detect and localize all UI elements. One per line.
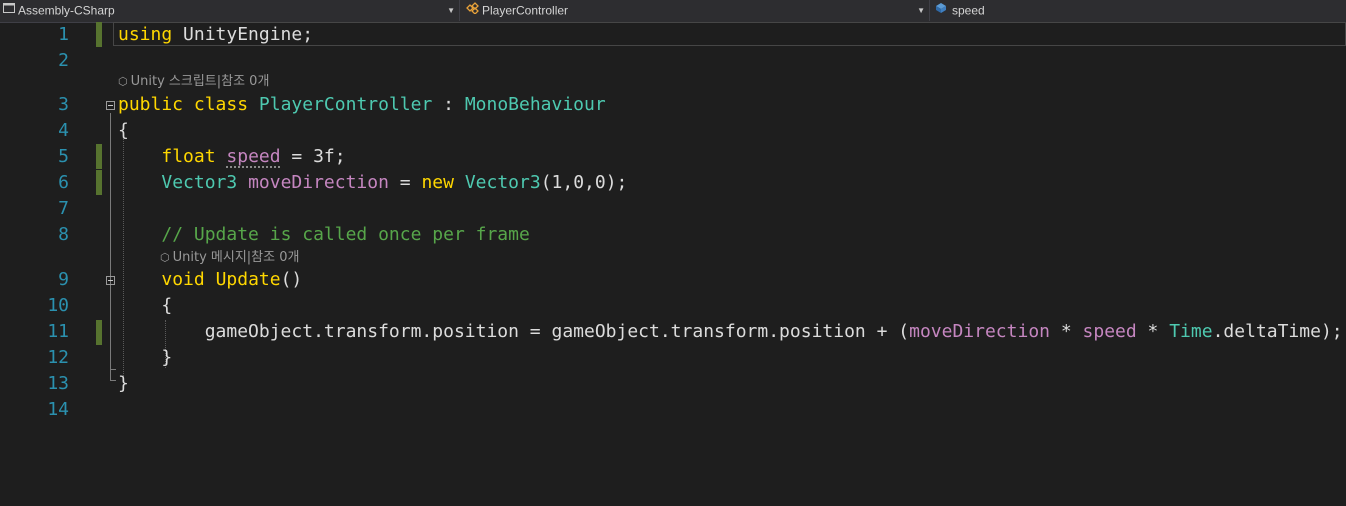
- code-editor[interactable]: ⬡ Unity 스크립트|참조 0개 ⬡ Unity 메시지|참조 0개 1 usin…: [0, 22, 1346, 506]
- code-token: class: [193, 94, 249, 115]
- code-line[interactable]: 8 // Update is called once per frame: [0, 222, 1346, 248]
- code-text: {: [118, 118, 129, 144]
- code-token: moveDirection: [909, 321, 1050, 342]
- csharp-project-icon: [3, 0, 15, 21]
- project-label: Assembly-CSharp: [18, 3, 115, 18]
- code-line[interactable]: 7: [0, 196, 1346, 222]
- line-number: 5: [58, 146, 69, 167]
- code-token: // Update is called once per frame: [161, 224, 530, 245]
- code-line[interactable]: 5 float speed = 3f;: [0, 144, 1346, 170]
- code-token: }: [118, 373, 129, 394]
- code-line[interactable]: 4{: [0, 118, 1346, 144]
- code-text: {: [118, 293, 172, 319]
- line-number: 11: [47, 321, 69, 342]
- code-token: gameObject.transform.position = gameObje…: [118, 321, 910, 342]
- code-text: void Update(): [118, 267, 302, 293]
- line-number: 13: [47, 373, 69, 394]
- code-token: speed: [226, 146, 281, 167]
- code-token: *: [1136, 321, 1170, 342]
- type-dropdown[interactable]: PlayerController ▼: [462, 0, 930, 21]
- code-token: {: [118, 120, 129, 141]
- class-icon: [465, 0, 479, 21]
- code-text: gameObject.transform.position = gameObje…: [118, 319, 1343, 345]
- line-number: 3: [58, 94, 69, 115]
- code-text: }: [118, 371, 129, 397]
- code-token: {: [118, 295, 173, 316]
- codelens-text: Unity 스크립트|참조 0개: [130, 74, 270, 89]
- code-token: }: [118, 347, 173, 368]
- chevron-down-icon: ▼: [447, 6, 455, 15]
- code-token: UnityEngine;: [172, 24, 314, 45]
- codelens-text: Unity 메시지|참조 0개: [172, 250, 300, 265]
- field-icon: [935, 0, 949, 21]
- type-label: PlayerController: [482, 3, 569, 18]
- line-number: 7: [58, 198, 69, 219]
- code-line[interactable]: 2: [0, 48, 1346, 74]
- code-text: using UnityEngine;: [118, 22, 313, 48]
- code-token: Time: [1169, 321, 1213, 342]
- code-token: speed: [1082, 321, 1137, 342]
- code-token: moveDirection: [248, 172, 389, 193]
- code-text: }: [118, 345, 172, 371]
- line-number: 4: [58, 120, 69, 141]
- code-line[interactable]: 1 using UnityEngine;: [0, 22, 1346, 48]
- code-text: public class PlayerController : MonoBeha…: [118, 92, 606, 118]
- code-line[interactable]: 6 Vector3 moveDirection = new Vector3(1,…: [0, 170, 1346, 196]
- code-token: :: [432, 94, 465, 115]
- code-line[interactable]: 3 public class PlayerController : MonoBeh…: [0, 92, 1346, 118]
- unity-icon: ⬡: [160, 251, 170, 264]
- member-dropdown[interactable]: speed: [932, 0, 1346, 21]
- code-text: Vector3 moveDirection = new Vector3(1,0,…: [118, 170, 627, 196]
- code-token: float: [161, 146, 216, 167]
- line-number: 6: [58, 172, 69, 193]
- code-line[interactable]: 11 gameObject.transform.position = gameO…: [0, 319, 1346, 345]
- code-line[interactable]: 12 }: [0, 345, 1346, 371]
- code-token: using: [118, 24, 173, 45]
- codelens-class[interactable]: ⬡ Unity 스크립트|참조 0개: [118, 72, 269, 92]
- code-token: MonoBehaviour: [464, 94, 606, 115]
- line-number: 1: [58, 24, 69, 45]
- project-dropdown[interactable]: Assembly-CSharp ▼: [0, 0, 460, 21]
- code-line[interactable]: 13}: [0, 371, 1346, 397]
- chevron-down-icon: ▼: [917, 6, 925, 15]
- line-number: 12: [47, 347, 69, 368]
- code-line[interactable]: 14: [0, 397, 1346, 423]
- code-token: public: [118, 94, 184, 115]
- code-text: // Update is called once per frame: [118, 222, 530, 248]
- code-text: float speed = 3f;: [118, 144, 346, 170]
- code-token: void: [161, 269, 205, 290]
- code-token: Vector3: [161, 172, 238, 193]
- line-number: 9: [58, 269, 69, 290]
- line-number: 14: [47, 399, 69, 420]
- code-token: new: [421, 172, 454, 193]
- line-number: 2: [58, 50, 69, 71]
- unity-icon: ⬡: [118, 75, 128, 88]
- code-token: =: [388, 172, 422, 193]
- member-label: speed: [952, 3, 985, 18]
- line-number: 8: [58, 224, 69, 245]
- codelens-method[interactable]: ⬡ Unity 메시지|참조 0개: [160, 248, 299, 268]
- navigation-bar: Assembly-CSharp ▼ PlayerController ▼ spe…: [0, 0, 1346, 23]
- code-token: = 3f;: [280, 146, 346, 167]
- code-token: (): [280, 269, 303, 290]
- code-line[interactable]: 10 {: [0, 293, 1346, 319]
- code-token: *: [1050, 321, 1083, 342]
- code-line[interactable]: 9 void Update(): [0, 267, 1346, 293]
- code-token: Vector3: [464, 172, 541, 193]
- code-token: .deltaTime);: [1212, 321, 1343, 342]
- code-token: PlayerController: [258, 94, 433, 115]
- line-number: 10: [47, 295, 69, 316]
- code-token: Update: [215, 269, 281, 290]
- code-token: (1,0,0);: [540, 172, 628, 193]
